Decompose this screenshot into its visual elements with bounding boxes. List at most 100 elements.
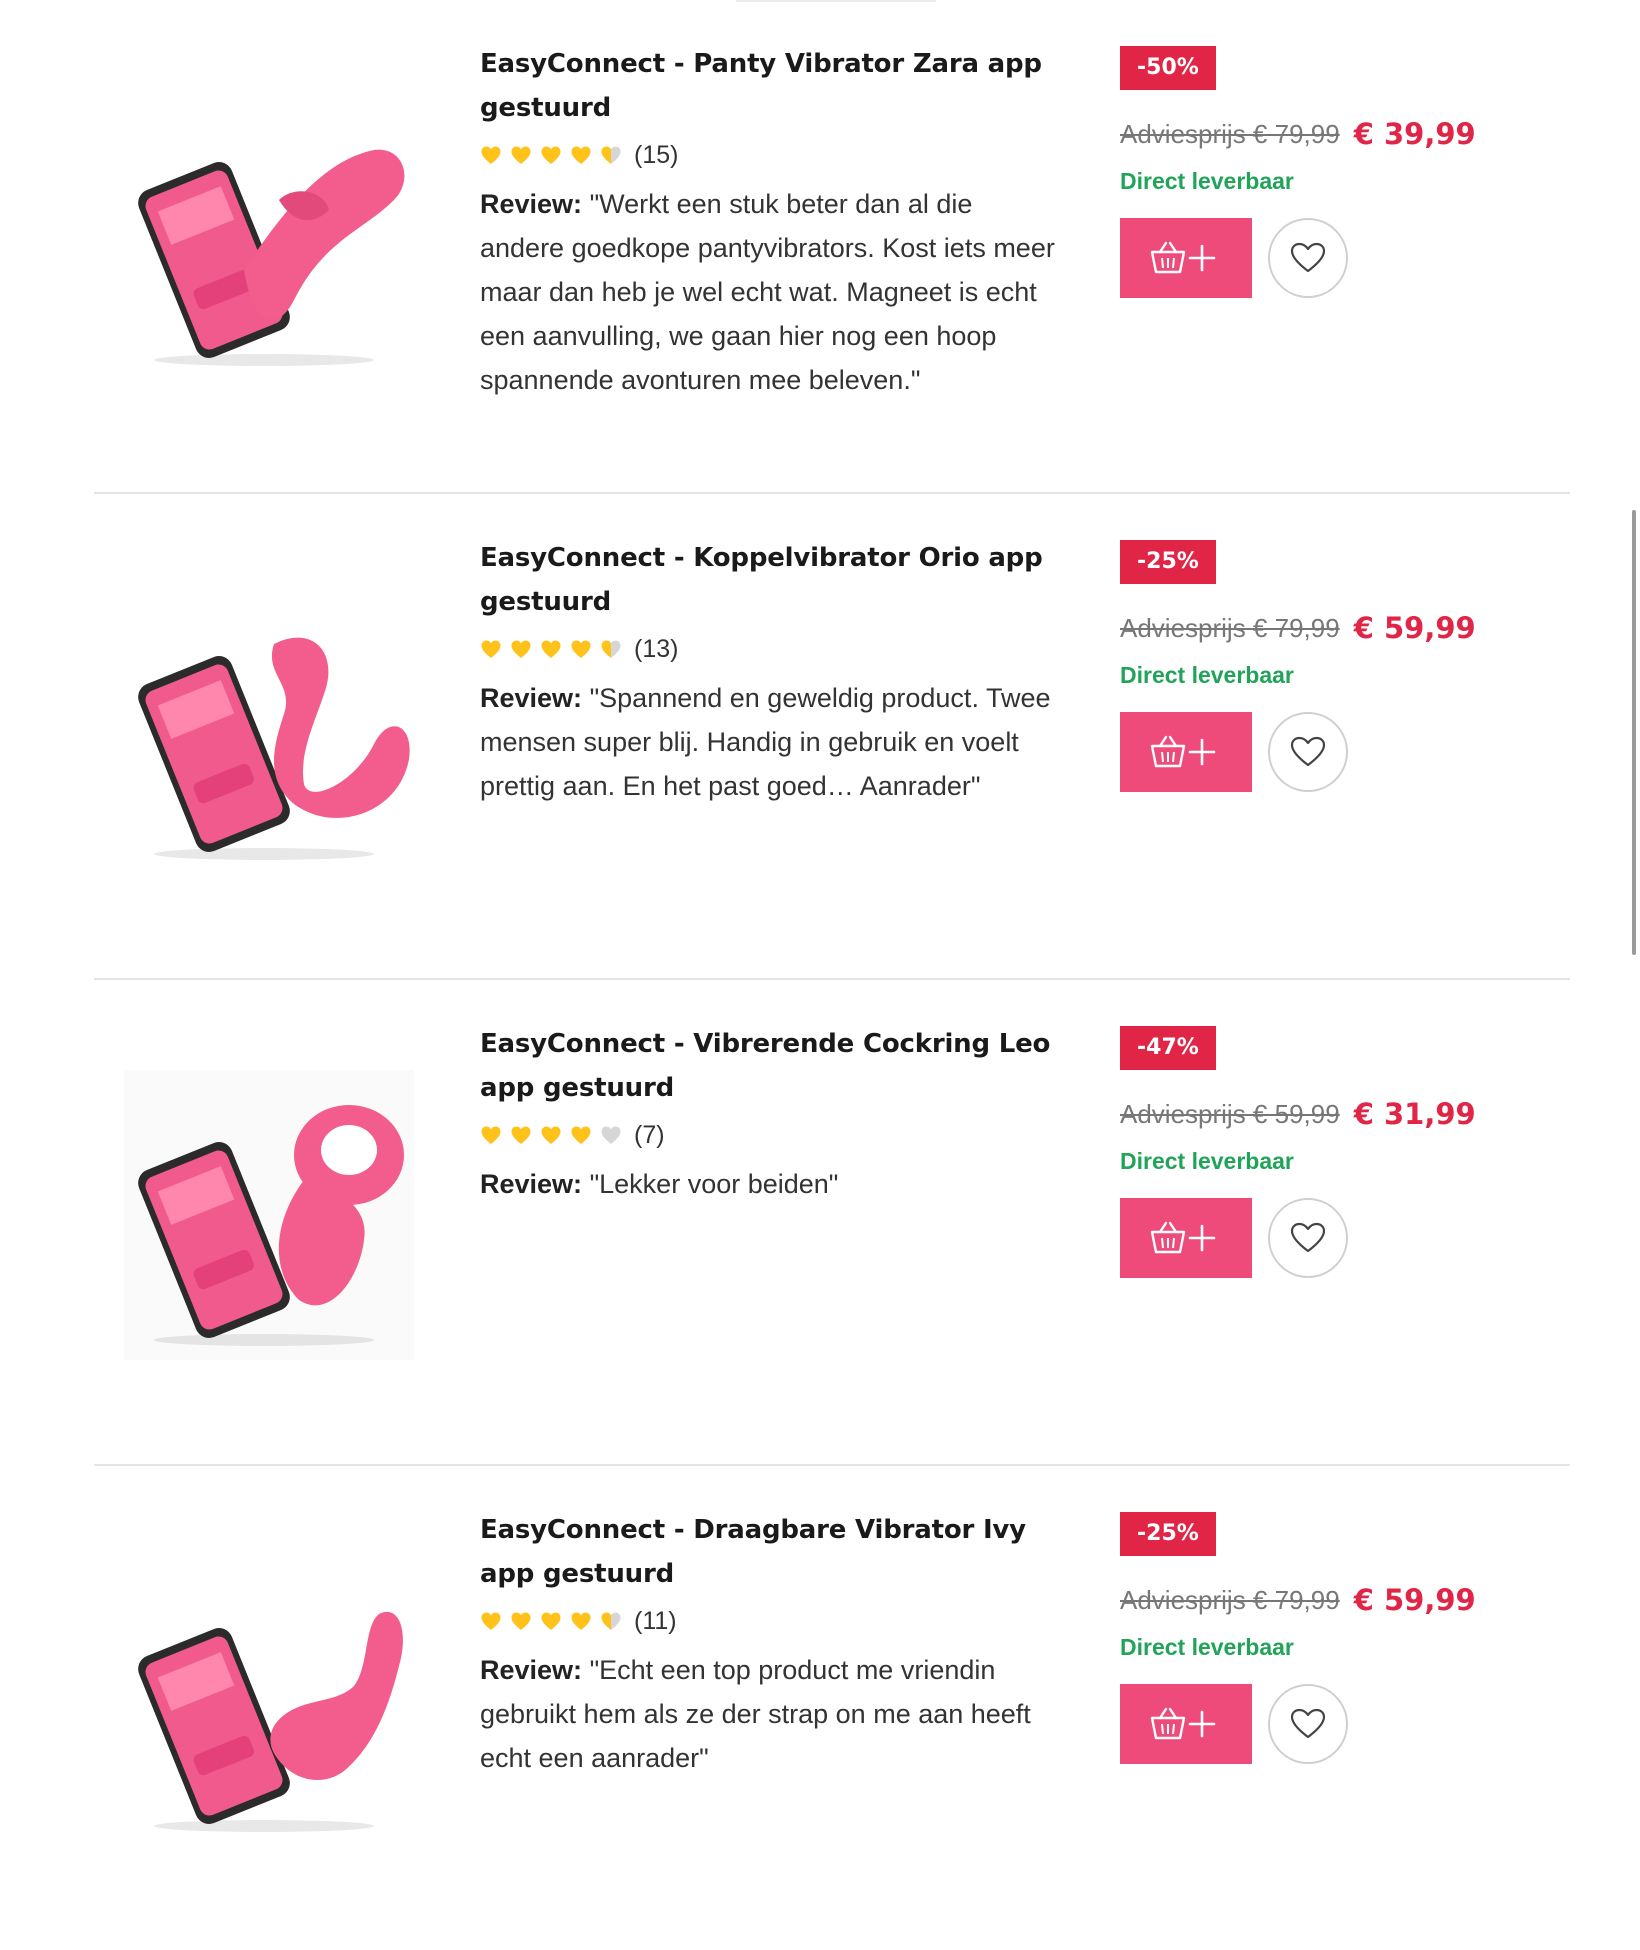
product-title[interactable]: EasyConnect - Vibrerende Cockring Leo ap… — [480, 1022, 1060, 1110]
product-review: Review: "Lekker voor beiden" — [480, 1162, 1060, 1206]
add-to-cart-button[interactable] — [1120, 1684, 1252, 1764]
product-title[interactable]: EasyConnect - Draagbare Vibrator Ivy app… — [480, 1508, 1060, 1596]
review-text: "Lekker voor beiden" — [589, 1169, 839, 1199]
product-image[interactable] — [124, 584, 414, 874]
add-to-wishlist-button[interactable] — [1268, 712, 1348, 792]
heart-rating-icon — [540, 144, 562, 166]
wearable-vibrator-image — [138, 1611, 403, 1832]
product-card: EasyConnect - Panty Vibrator Zara app ge… — [94, 0, 1570, 492]
review-label: Review: — [480, 683, 583, 713]
new-price: € 31,99 — [1353, 1097, 1476, 1131]
product-image[interactable] — [124, 90, 414, 380]
add-to-wishlist-button[interactable] — [1268, 1198, 1348, 1278]
availability-status: Direct leverbaar — [1120, 1634, 1294, 1660]
price-row: Adviesprijs € 79,99 € 59,99 — [1120, 608, 1520, 648]
rating-count[interactable]: (7) — [634, 1121, 665, 1150]
heart-rating-icon — [480, 1124, 502, 1146]
heart-rating-icon — [570, 144, 592, 166]
rating-count[interactable]: (15) — [634, 141, 678, 170]
heart-rating-icon — [540, 1124, 562, 1146]
heart-rating-icon — [540, 638, 562, 660]
heart-rating-icon — [570, 1610, 592, 1632]
old-price: Adviesprijs € 59,99 — [1120, 1098, 1340, 1129]
product-rating: (11) — [480, 1600, 1060, 1642]
product-info: EasyConnect - Vibrerende Cockring Leo ap… — [480, 1022, 1060, 1206]
review-label: Review: — [480, 1169, 583, 1199]
product-card: EasyConnect - Vibrerende Cockring Leo ap… — [94, 980, 1570, 1464]
discount-badge: -50% — [1120, 46, 1216, 90]
product-image[interactable] — [124, 1070, 414, 1360]
product-title[interactable]: EasyConnect - Koppelvibrator Orio app ge… — [480, 536, 1060, 624]
heart-rating-icon — [480, 144, 502, 166]
heart-rating-icon — [600, 144, 622, 166]
product-rating: (7) — [480, 1114, 1060, 1156]
heart-rating-icon — [600, 1610, 622, 1632]
product-rating: (15) — [480, 134, 1060, 176]
heart-rating-icon — [510, 144, 532, 166]
heart-outline-icon — [1290, 1708, 1326, 1739]
couples-vibrator-image — [138, 637, 410, 860]
product-actions — [1120, 1198, 1520, 1278]
product-info: EasyConnect - Draagbare Vibrator Ivy app… — [480, 1508, 1060, 1780]
review-label: Review: — [480, 189, 583, 219]
discount-badge: -25% — [1120, 1512, 1216, 1556]
heart-outline-icon — [1290, 1222, 1326, 1253]
add-to-cart-button[interactable] — [1120, 712, 1252, 792]
old-price: Adviesprijs € 79,99 — [1120, 1584, 1340, 1615]
product-actions — [1120, 218, 1520, 298]
heart-rating-icon — [570, 638, 592, 660]
new-price: € 59,99 — [1353, 1583, 1476, 1617]
price-row: Adviesprijs € 79,99 € 59,99 — [1120, 1580, 1520, 1620]
heart-rating-icon — [510, 1124, 532, 1146]
discount-badge: -25% — [1120, 540, 1216, 584]
product-review: Review: "Spannend en geweldig product. T… — [480, 676, 1060, 808]
product-rating: (13) — [480, 628, 1060, 670]
basket-plus-icon — [1150, 1707, 1216, 1740]
old-price: Adviesprijs € 79,99 — [1120, 118, 1340, 149]
review-label: Review: — [480, 1655, 583, 1685]
heart-rating-icon — [510, 1610, 532, 1632]
heart-rating-icon — [480, 1610, 502, 1632]
product-card: EasyConnect - Koppelvibrator Orio app ge… — [94, 494, 1570, 978]
old-price: Adviesprijs € 79,99 — [1120, 612, 1340, 643]
rating-count[interactable]: (11) — [634, 1607, 677, 1636]
add-to-cart-button[interactable] — [1120, 218, 1252, 298]
heart-rating-icon — [540, 1610, 562, 1632]
price-row: Adviesprijs € 59,99 € 31,99 — [1120, 1094, 1520, 1134]
availability-status: Direct leverbaar — [1120, 1148, 1294, 1174]
product-title[interactable]: EasyConnect - Panty Vibrator Zara app ge… — [480, 42, 1060, 130]
purchase-panel: -50% Adviesprijs € 79,99 € 39,99 Direct … — [1120, 46, 1520, 298]
product-review: Review: "Echt een top product me vriendi… — [480, 1648, 1060, 1780]
purchase-panel: -25% Adviesprijs € 79,99 € 59,99 Direct … — [1120, 540, 1520, 792]
availability-status: Direct leverbaar — [1120, 168, 1294, 194]
cockring-image — [124, 1070, 414, 1360]
vertical-scrollbar[interactable] — [1632, 510, 1636, 955]
add-to-wishlist-button[interactable] — [1268, 1684, 1348, 1764]
heart-rating-icon — [510, 638, 532, 660]
heart-outline-icon — [1290, 736, 1326, 767]
product-info: EasyConnect - Koppelvibrator Orio app ge… — [480, 536, 1060, 808]
heart-outline-icon — [1290, 242, 1326, 273]
product-review: Review: "Werkt een stuk beter dan al die… — [480, 182, 1060, 402]
product-image[interactable] — [124, 1556, 414, 1846]
discount-badge: -47% — [1120, 1026, 1216, 1070]
product-actions — [1120, 712, 1520, 792]
add-to-cart-button[interactable] — [1120, 1198, 1252, 1278]
product-card: EasyConnect - Draagbare Vibrator Ivy app… — [94, 1466, 1570, 1950]
purchase-panel: -25% Adviesprijs € 79,99 € 59,99 Direct … — [1120, 1512, 1520, 1764]
heart-rating-icon — [600, 1124, 622, 1146]
product-info: EasyConnect - Panty Vibrator Zara app ge… — [480, 42, 1060, 402]
product-actions — [1120, 1684, 1520, 1764]
rating-count[interactable]: (13) — [634, 635, 678, 664]
panty-vibrator-image — [138, 149, 405, 366]
purchase-panel: -47% Adviesprijs € 59,99 € 31,99 Direct … — [1120, 1026, 1520, 1278]
heart-rating-icon — [600, 638, 622, 660]
heart-rating-icon — [480, 638, 502, 660]
product-list: EasyConnect - Panty Vibrator Zara app ge… — [94, 0, 1570, 1950]
basket-plus-icon — [1150, 1221, 1216, 1254]
add-to-wishlist-button[interactable] — [1268, 218, 1348, 298]
availability-status: Direct leverbaar — [1120, 662, 1294, 688]
heart-rating-icon — [570, 1124, 592, 1146]
new-price: € 39,99 — [1353, 117, 1476, 151]
basket-plus-icon — [1150, 735, 1216, 768]
